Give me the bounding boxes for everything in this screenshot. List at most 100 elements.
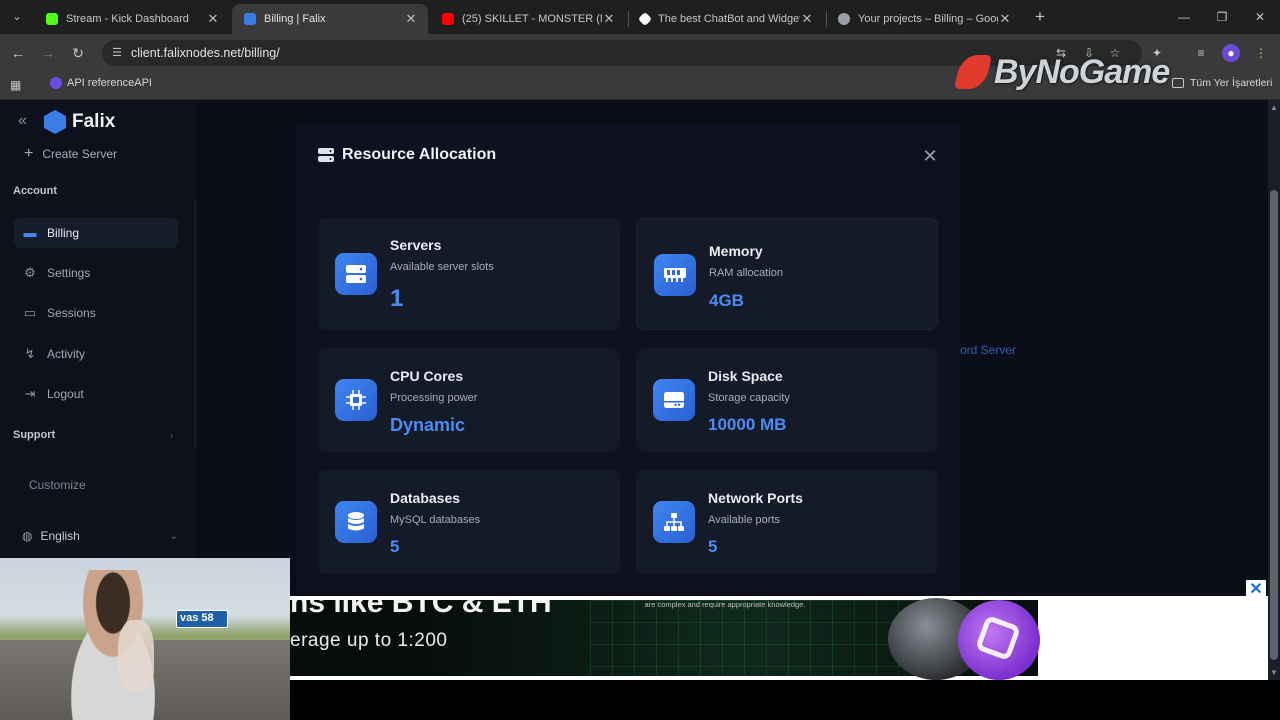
- bynogame-logo-icon: [953, 55, 993, 89]
- card-name: Servers: [390, 237, 442, 253]
- collapse-sidebar-icon[interactable]: «: [18, 112, 27, 130]
- youtube-favicon-icon: [442, 13, 454, 25]
- card-value: 5: [708, 537, 718, 556]
- tab-chatbot-widgets[interactable]: The best ChatBot and Widgets ✕: [628, 4, 824, 34]
- kick-favicon-icon: [46, 13, 58, 25]
- server-stack-icon: [318, 148, 334, 162]
- sidebar-item-settings[interactable]: ⚙ Settings: [14, 258, 178, 288]
- chevron-right-icon[interactable]: ›: [170, 430, 173, 440]
- tab-close-icon[interactable]: ✕: [800, 11, 814, 27]
- card-name: Databases: [390, 490, 461, 506]
- media-control-icon[interactable]: ≡: [1192, 44, 1210, 62]
- sidebar-item-billing[interactable]: ▬ Billing: [14, 218, 178, 248]
- tab-title: Billing | Falix: [264, 13, 326, 25]
- polygon-coin-icon: [958, 600, 1040, 680]
- tab-title: Your projects – Billing – Google: [858, 13, 998, 25]
- card-name: Memory: [709, 243, 763, 259]
- profile-avatar-icon[interactable]: ●: [1222, 44, 1240, 62]
- apps-grid-icon[interactable]: ▦: [10, 78, 24, 92]
- tab-title: The best ChatBot and Widgets: [658, 13, 800, 25]
- ad-close-icon[interactable]: ✕: [1246, 580, 1266, 600]
- bookmark-label: API referenceAPI: [67, 77, 152, 89]
- tab-close-icon[interactable]: ✕: [602, 11, 616, 27]
- customize-button[interactable]: Customize: [14, 470, 190, 500]
- tab-close-icon[interactable]: ✕: [998, 11, 1012, 27]
- card-value: 1: [390, 285, 404, 312]
- card-name: Disk Space: [708, 368, 783, 384]
- bookmark-api-reference[interactable]: API referenceAPI: [50, 77, 152, 89]
- card-name: Network Ports: [708, 490, 803, 506]
- modal-title: Resource Allocation: [318, 146, 496, 164]
- scroll-up-icon[interactable]: ▲: [1270, 103, 1278, 112]
- sidebar-item-label: Logout: [47, 387, 84, 401]
- openai-icon: [50, 77, 62, 89]
- card-value: 5: [390, 537, 400, 556]
- card-subtitle: Available ports: [708, 514, 780, 526]
- cpu-icon: [335, 379, 377, 421]
- forward-arrow-icon[interactable]: →: [38, 43, 58, 63]
- gear-icon: ⚙: [24, 265, 36, 280]
- sidebar-scroll-rail: [194, 200, 197, 450]
- folder-icon: [1172, 78, 1184, 88]
- resource-card-servers: Servers Available server slots 1: [318, 218, 620, 330]
- scroll-down-icon[interactable]: ▼: [1270, 668, 1278, 677]
- create-server-button[interactable]: + Create Server: [24, 145, 117, 163]
- ram-icon: [654, 254, 696, 296]
- tab-close-icon[interactable]: ✕: [206, 11, 220, 27]
- support-heading[interactable]: Support: [13, 429, 55, 441]
- falix-favicon-icon: [244, 13, 256, 25]
- back-arrow-icon[interactable]: ←: [8, 43, 28, 63]
- background-link-partial[interactable]: ord Server: [960, 343, 1016, 357]
- site-settings-icon[interactable]: ☰: [110, 46, 124, 60]
- falix-hex-icon: [44, 110, 66, 134]
- tab-billing-falix[interactable]: Billing | Falix ✕: [232, 4, 428, 34]
- watermark-text: ByNoGame: [994, 52, 1170, 91]
- card-subtitle: Available server slots: [390, 261, 494, 273]
- reload-icon[interactable]: ↻: [68, 43, 88, 63]
- scrollbar-thumb[interactable]: [1270, 190, 1278, 660]
- falix-logo[interactable]: Falix: [44, 110, 115, 134]
- resource-card-memory: Memory RAM allocation 4GB: [636, 218, 938, 330]
- tab-close-icon[interactable]: ✕: [404, 11, 418, 27]
- window-close-icon[interactable]: ✕: [1248, 6, 1272, 28]
- modal-close-icon[interactable]: ✕: [920, 146, 940, 166]
- resource-card-databases: Databases MySQL databases 5: [318, 470, 620, 574]
- kebab-menu-icon[interactable]: ⋮: [1252, 44, 1270, 62]
- card-name: CPU Cores: [390, 368, 464, 384]
- url-text[interactable]: client.falixnodes.net/billing/: [131, 46, 280, 60]
- tab-title: Stream - Kick Dashboard: [66, 13, 189, 25]
- new-tab-icon[interactable]: +: [1030, 7, 1050, 27]
- language-label: English: [40, 529, 80, 543]
- tab-youtube-skillet[interactable]: (25) SKILLET - MONSTER (Metal ✕: [430, 4, 626, 34]
- sidebar-item-activity[interactable]: ↯ Activity: [14, 339, 178, 369]
- disk-icon: [653, 379, 695, 421]
- sidebar-item-label: Activity: [47, 347, 86, 361]
- restore-icon[interactable]: ❐: [1210, 6, 1234, 28]
- card-value: Dynamic: [390, 415, 466, 435]
- tab-google-billing[interactable]: Your projects – Billing – Google ✕: [826, 4, 1022, 34]
- minimize-icon[interactable]: —: [1172, 6, 1196, 28]
- resource-card-cpu-cores: CPU Cores Processing power Dynamic: [318, 348, 620, 452]
- network-icon: [653, 501, 695, 543]
- webcam-hand: [118, 620, 154, 690]
- monitor-icon: ▭: [23, 305, 37, 320]
- sidebar-item-logout[interactable]: ⇥ Logout: [14, 379, 178, 409]
- card-value: 4GB: [709, 291, 744, 310]
- tab-search-icon[interactable]: ⌄: [6, 7, 28, 27]
- language-select[interactable]: ◍ English ⌄: [14, 522, 190, 550]
- card-icon: ▬: [23, 225, 37, 240]
- sidebar-item-sessions[interactable]: ▭ Sessions: [14, 298, 178, 328]
- sidebar-item-label: Settings: [47, 266, 91, 280]
- sidebar-item-label: Sessions: [47, 306, 96, 320]
- activity-icon: ↯: [24, 346, 36, 361]
- account-heading: Account: [13, 185, 57, 197]
- server-icon: [335, 253, 377, 295]
- all-bookmarks-folder[interactable]: Tüm Yer İşaretleri: [1172, 77, 1272, 89]
- ad-leverage-text: erage up to 1:200: [290, 630, 448, 651]
- card-subtitle: Storage capacity: [708, 392, 790, 404]
- sidebar-item-label: Billing: [47, 226, 80, 240]
- plus-icon: +: [24, 145, 34, 162]
- globe-icon: ◍: [22, 529, 33, 543]
- tab-kick-dashboard[interactable]: Stream - Kick Dashboard ✕: [34, 4, 230, 34]
- webcam-person: [48, 570, 178, 720]
